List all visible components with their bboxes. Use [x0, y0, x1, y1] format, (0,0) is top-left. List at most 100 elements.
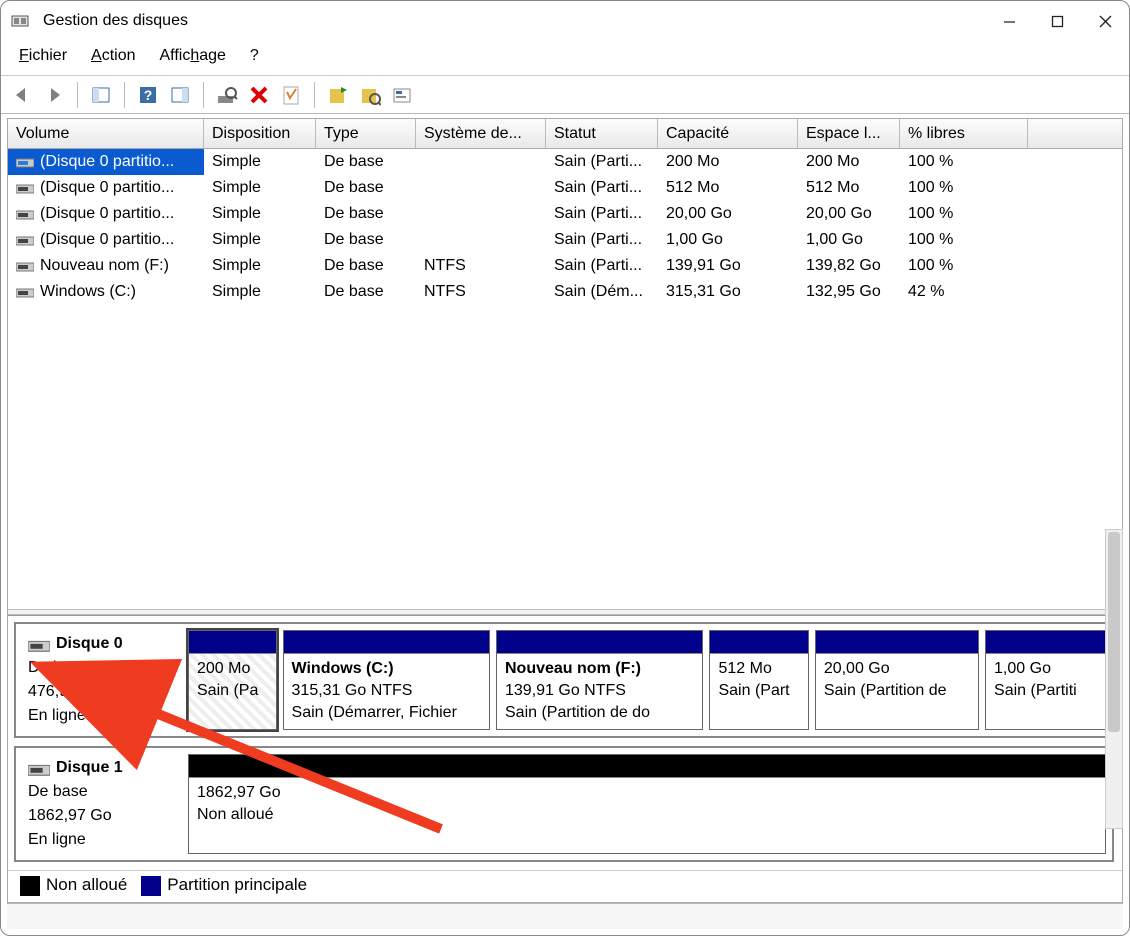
volume-row[interactable]: (Disque 0 partitio...SimpleDe baseSain (…: [8, 201, 1122, 227]
cell-statut: Sain (Parti...: [546, 175, 658, 201]
refresh-button[interactable]: [214, 82, 240, 108]
window-title: Gestion des disques: [43, 12, 188, 30]
show-hide-console-button[interactable]: [88, 82, 114, 108]
volume-row[interactable]: (Disque 0 partitio...SimpleDe baseSain (…: [8, 149, 1122, 175]
partition-body: 200 Mo Sain (Pa: [189, 653, 276, 729]
menu-action[interactable]: Action: [91, 47, 135, 65]
cell-statut: Sain (Parti...: [546, 227, 658, 253]
disk-info[interactable]: Disque 1 De base1862,97 GoEn ligne: [20, 752, 180, 856]
action2-button[interactable]: [357, 82, 383, 108]
cell-type: De base: [316, 279, 416, 305]
partitions-container: 200 Mo Sain (Pa Windows (C:) 315,31 Go N…: [186, 628, 1108, 732]
legend-swatch-black: [20, 876, 40, 896]
disk-info[interactable]: Disque 0 De base476,92 GoEn ligne: [20, 628, 180, 732]
col-fs[interactable]: Système de...: [416, 119, 546, 148]
app-icon: [11, 12, 29, 30]
partition[interactable]: 1862,97 Go Non alloué: [188, 754, 1106, 854]
maximize-button[interactable]: [1033, 1, 1081, 41]
legend-primary: Partition principale: [141, 875, 307, 896]
col-pct[interactable]: % libres: [900, 119, 1028, 148]
volume-row[interactable]: (Disque 0 partitio...SimpleDe baseSain (…: [8, 227, 1122, 253]
drive-icon: [16, 260, 34, 272]
partition-bar: [986, 631, 1105, 653]
cell-capacite: 315,31 Go: [658, 279, 798, 305]
cell-disposition: Simple: [204, 253, 316, 279]
action1-button[interactable]: [325, 82, 351, 108]
col-spacer: [1028, 119, 1122, 148]
partition[interactable]: 1,00 Go Sain (Partiti: [985, 630, 1106, 730]
partitions-container: 1862,97 Go Non alloué: [186, 752, 1108, 856]
forward-button[interactable]: [41, 82, 67, 108]
partition[interactable]: 20,00 Go Sain (Partition de: [815, 630, 979, 730]
volume-table-body: (Disque 0 partitio...SimpleDe baseSain (…: [8, 149, 1122, 305]
scrollbar-vertical[interactable]: [1105, 529, 1123, 829]
partition-bar: [189, 755, 1105, 777]
partition-body: 512 Mo Sain (Part: [710, 653, 807, 729]
toolbar-separator: [203, 82, 204, 108]
cell-fs: NTFS: [416, 253, 546, 279]
volume-table-header: Volume Disposition Type Système de... St…: [8, 119, 1122, 149]
partition[interactable]: Nouveau nom (F:) 139,91 Go NTFS Sain (Pa…: [496, 630, 703, 730]
drive-icon: [16, 156, 34, 168]
statusbar: [7, 903, 1123, 929]
col-capacite[interactable]: Capacité: [658, 119, 798, 148]
cell-type: De base: [316, 149, 416, 175]
help-button[interactable]: ?: [135, 82, 161, 108]
volume-row[interactable]: Windows (C:)SimpleDe baseNTFSSain (Dém..…: [8, 279, 1122, 305]
action3-button[interactable]: [389, 82, 415, 108]
cell-disposition: Simple: [204, 279, 316, 305]
volume-row[interactable]: Nouveau nom (F:)SimpleDe baseNTFSSain (P…: [8, 253, 1122, 279]
cell-free: 512 Mo: [798, 175, 900, 201]
disk-icon: [28, 637, 50, 651]
cell-type: De base: [316, 253, 416, 279]
cell-disposition: Simple: [204, 227, 316, 253]
col-volume[interactable]: Volume: [8, 119, 204, 148]
cell-free: 20,00 Go: [798, 201, 900, 227]
cell-type: De base: [316, 175, 416, 201]
volume-row[interactable]: (Disque 0 partitio...SimpleDe baseSain (…: [8, 175, 1122, 201]
partition-bar: [284, 631, 489, 653]
cell-statut: Sain (Parti...: [546, 201, 658, 227]
properties-button[interactable]: [278, 82, 304, 108]
partition-body: Nouveau nom (F:) 139,91 Go NTFS Sain (Pa…: [497, 653, 702, 729]
cell-free: 200 Mo: [798, 149, 900, 175]
partition[interactable]: Windows (C:) 315,31 Go NTFS Sain (Démarr…: [283, 630, 490, 730]
menu-help[interactable]: ?: [250, 47, 259, 65]
disk-row: Disque 1 De base1862,97 GoEn ligne 1862,…: [14, 746, 1114, 862]
cell-capacite: 139,91 Go: [658, 253, 798, 279]
col-free[interactable]: Espace l...: [798, 119, 900, 148]
menu-fichier[interactable]: Fichier: [19, 47, 67, 65]
cell-pct: 42 %: [900, 279, 1028, 305]
partition[interactable]: 512 Mo Sain (Part: [709, 630, 808, 730]
cell-capacite: 200 Mo: [658, 149, 798, 175]
menu-affichage[interactable]: Affichage: [159, 47, 225, 65]
disk-row: Disque 0 De base476,92 GoEn ligne 200 Mo…: [14, 622, 1114, 738]
cell-free: 139,82 Go: [798, 253, 900, 279]
content-area: Volume Disposition Type Système de... St…: [7, 118, 1123, 903]
cell-pct: 100 %: [900, 201, 1028, 227]
cell-volume: (Disque 0 partitio...: [8, 201, 204, 227]
partition-body: 1862,97 Go Non alloué: [189, 777, 1105, 853]
col-type[interactable]: Type: [316, 119, 416, 148]
cell-fs: [416, 227, 546, 253]
partition-body: 1,00 Go Sain (Partiti: [986, 653, 1105, 729]
graphical-view: Disque 0 De base476,92 GoEn ligne 200 Mo…: [8, 615, 1122, 870]
cell-pct: 100 %: [900, 227, 1028, 253]
scrollbar-thumb[interactable]: [1108, 532, 1120, 732]
toolbar: ?: [1, 76, 1129, 114]
cell-capacite: 1,00 Go: [658, 227, 798, 253]
volume-table-empty-area: [8, 305, 1122, 609]
col-statut[interactable]: Statut: [546, 119, 658, 148]
cell-capacite: 20,00 Go: [658, 201, 798, 227]
col-disposition[interactable]: Disposition: [204, 119, 316, 148]
delete-button[interactable]: [246, 82, 272, 108]
close-button[interactable]: [1081, 1, 1129, 41]
partition-bar: [497, 631, 702, 653]
show-hide-action-pane-button[interactable]: [167, 82, 193, 108]
back-button[interactable]: [9, 82, 35, 108]
minimize-button[interactable]: [985, 1, 1033, 41]
cell-pct: 100 %: [900, 253, 1028, 279]
partition[interactable]: 200 Mo Sain (Pa: [188, 630, 277, 730]
svg-text:?: ?: [144, 87, 153, 103]
cell-free: 1,00 Go: [798, 227, 900, 253]
